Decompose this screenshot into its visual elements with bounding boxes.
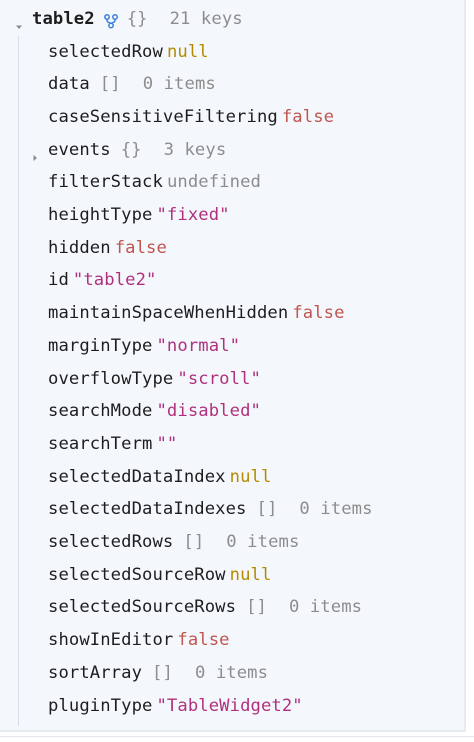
tree-row-selectedSourceRows[interactable]: selectedSourceRows [] 0 items: [48, 592, 362, 622]
property-key: data: [48, 74, 90, 95]
property-value: "normal": [156, 335, 241, 356]
property-value: []: [152, 662, 173, 683]
item-count: 0 items: [142, 74, 216, 95]
property-key: overflowType: [48, 368, 174, 389]
item-count: 0 items: [226, 532, 300, 552]
tree-row-selectedSourceRow[interactable]: selectedSourceRow null: [48, 560, 271, 590]
tree-row-maintainSpaceWhenHidden[interactable]: maintainSpaceWhenHidden false: [48, 298, 345, 328]
item-count: 3 keys: [163, 139, 227, 160]
property-key: searchMode: [48, 401, 153, 422]
property-value: null: [229, 564, 272, 585]
property-key: hidden: [48, 237, 111, 258]
tree-guide-line: [18, 36, 19, 726]
root-key-count: 21 keys: [169, 9, 243, 29]
property-key: maintainSpaceWhenHidden: [48, 303, 289, 324]
chevron-right-icon[interactable]: [30, 143, 40, 161]
tree-row-marginType[interactable]: marginType "normal": [48, 331, 240, 361]
property-value: false: [114, 237, 167, 258]
item-count: 0 items: [194, 662, 269, 683]
property-key: selectedSourceRow: [48, 564, 226, 585]
state-inspector-panel: table2 {} 21 keys selectedRow null data[] 0 …: [0, 0, 474, 742]
root-key: table2: [32, 9, 95, 29]
tree-row-selectedRow[interactable]: selectedRow null: [48, 37, 209, 67]
property-key: searchTerm: [48, 433, 153, 454]
property-key: id: [48, 270, 69, 291]
tree-row-filterStack[interactable]: filterStack undefined: [48, 167, 261, 197]
property-value: false: [281, 106, 335, 127]
property-value: []: [183, 532, 205, 552]
tree-row-hidden[interactable]: hidden false: [48, 233, 167, 263]
property-key: marginType: [48, 335, 153, 356]
property-key: caseSensitiveFiltering: [48, 106, 278, 127]
tree-row-selectedDataIndex[interactable]: selectedDataIndex null: [48, 462, 271, 492]
branch-icon: [103, 9, 119, 29]
property-key: selectedSourceRows: [48, 597, 237, 618]
tree-root-row[interactable]: table2 {} 21 keys: [14, 4, 243, 34]
property-value: "scroll": [177, 368, 261, 389]
property-value: "table2": [72, 270, 157, 291]
property-key: showInEditor: [48, 630, 174, 651]
tree-row-heightType[interactable]: heightType "fixed": [48, 200, 230, 230]
root-braces: {}: [126, 9, 148, 29]
property-key: selectedRow: [48, 41, 163, 62]
tree-row-pluginType[interactable]: pluginType "TableWidget2": [48, 691, 303, 721]
property-value: null: [229, 466, 272, 487]
property-value: "": [156, 433, 178, 454]
property-key: selectedDataIndex: [48, 466, 226, 487]
property-value: null: [166, 41, 209, 62]
tree-row-sortArray[interactable]: sortArray [] 0 items: [48, 658, 268, 688]
property-key: sortArray: [48, 662, 143, 683]
item-count: 0 items: [299, 499, 373, 520]
tree-row-events[interactable]: events {} 3 keys: [30, 135, 226, 165]
property-key: pluginType: [48, 695, 153, 716]
tree-row-data[interactable]: data [] 0 items: [48, 69, 216, 99]
object-tree: table2 {} 21 keys selectedRow null data[] 0 …: [0, 0, 466, 732]
property-value: []: [256, 499, 278, 520]
tree-row-searchTerm[interactable]: searchTerm "": [48, 429, 177, 459]
tree-row-overflowType[interactable]: overflowType "scroll": [48, 364, 261, 394]
property-value: {}: [120, 139, 142, 160]
chevron-down-icon[interactable]: [14, 12, 24, 29]
tree-row-showInEditor[interactable]: showInEditor false: [48, 625, 230, 655]
tree-row-caseSensitiveFiltering[interactable]: caseSensitiveFiltering false: [48, 102, 334, 132]
property-value: false: [292, 303, 345, 324]
property-value: "disabled": [156, 401, 261, 422]
property-key: heightType: [48, 205, 153, 225]
property-value: false: [177, 630, 230, 651]
property-value: []: [246, 597, 267, 618]
property-key: filterStack: [48, 172, 163, 193]
property-value: []: [99, 74, 121, 95]
property-value: "TableWidget2": [156, 695, 303, 716]
item-count: 0 items: [288, 597, 363, 618]
tree-row-id[interactable]: id "table2": [48, 265, 157, 295]
property-value: "fixed": [156, 205, 230, 225]
tree-row-searchMode[interactable]: searchMode "disabled": [48, 396, 261, 426]
property-key: events: [48, 139, 111, 160]
property-key: selectedDataIndexes: [48, 499, 247, 520]
tree-row-selectedRows[interactable]: selectedRows [] 0 items: [48, 527, 299, 557]
property-key: selectedRows: [48, 532, 174, 552]
tree-row-selectedDataIndexes[interactable]: selectedDataIndexes [] 0 items: [48, 494, 373, 524]
property-value: undefined: [166, 172, 261, 193]
divider: [0, 736, 474, 737]
